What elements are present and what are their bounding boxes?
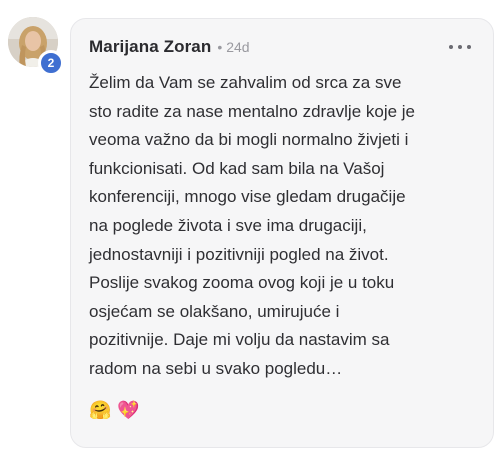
level-badge: 2 — [38, 50, 64, 76]
comment-age[interactable]: 24d — [226, 39, 249, 55]
comment-card: Marijana Zoran • 24d Želim da Vam se zah… — [70, 18, 494, 448]
comment-thread: 2 Marijana Zoran • 24d Želim da Vam se z… — [0, 0, 501, 456]
more-dot — [467, 45, 471, 49]
heart-reaction[interactable]: 💖 — [117, 399, 139, 421]
more-dot — [458, 45, 462, 49]
more-horizontal-icon[interactable] — [449, 39, 471, 55]
comment-header: Marijana Zoran • 24d — [89, 37, 475, 57]
hugging-face-reaction[interactable]: 🤗 — [89, 399, 111, 421]
reactions: 🤗 💖 — [89, 399, 140, 421]
more-dot — [449, 45, 453, 49]
author-name[interactable]: Marijana Zoran — [89, 37, 211, 57]
separator-dot: • — [217, 39, 223, 55]
comment-text: Želim da Vam se zahvalim od srca za sve … — [89, 73, 416, 378]
